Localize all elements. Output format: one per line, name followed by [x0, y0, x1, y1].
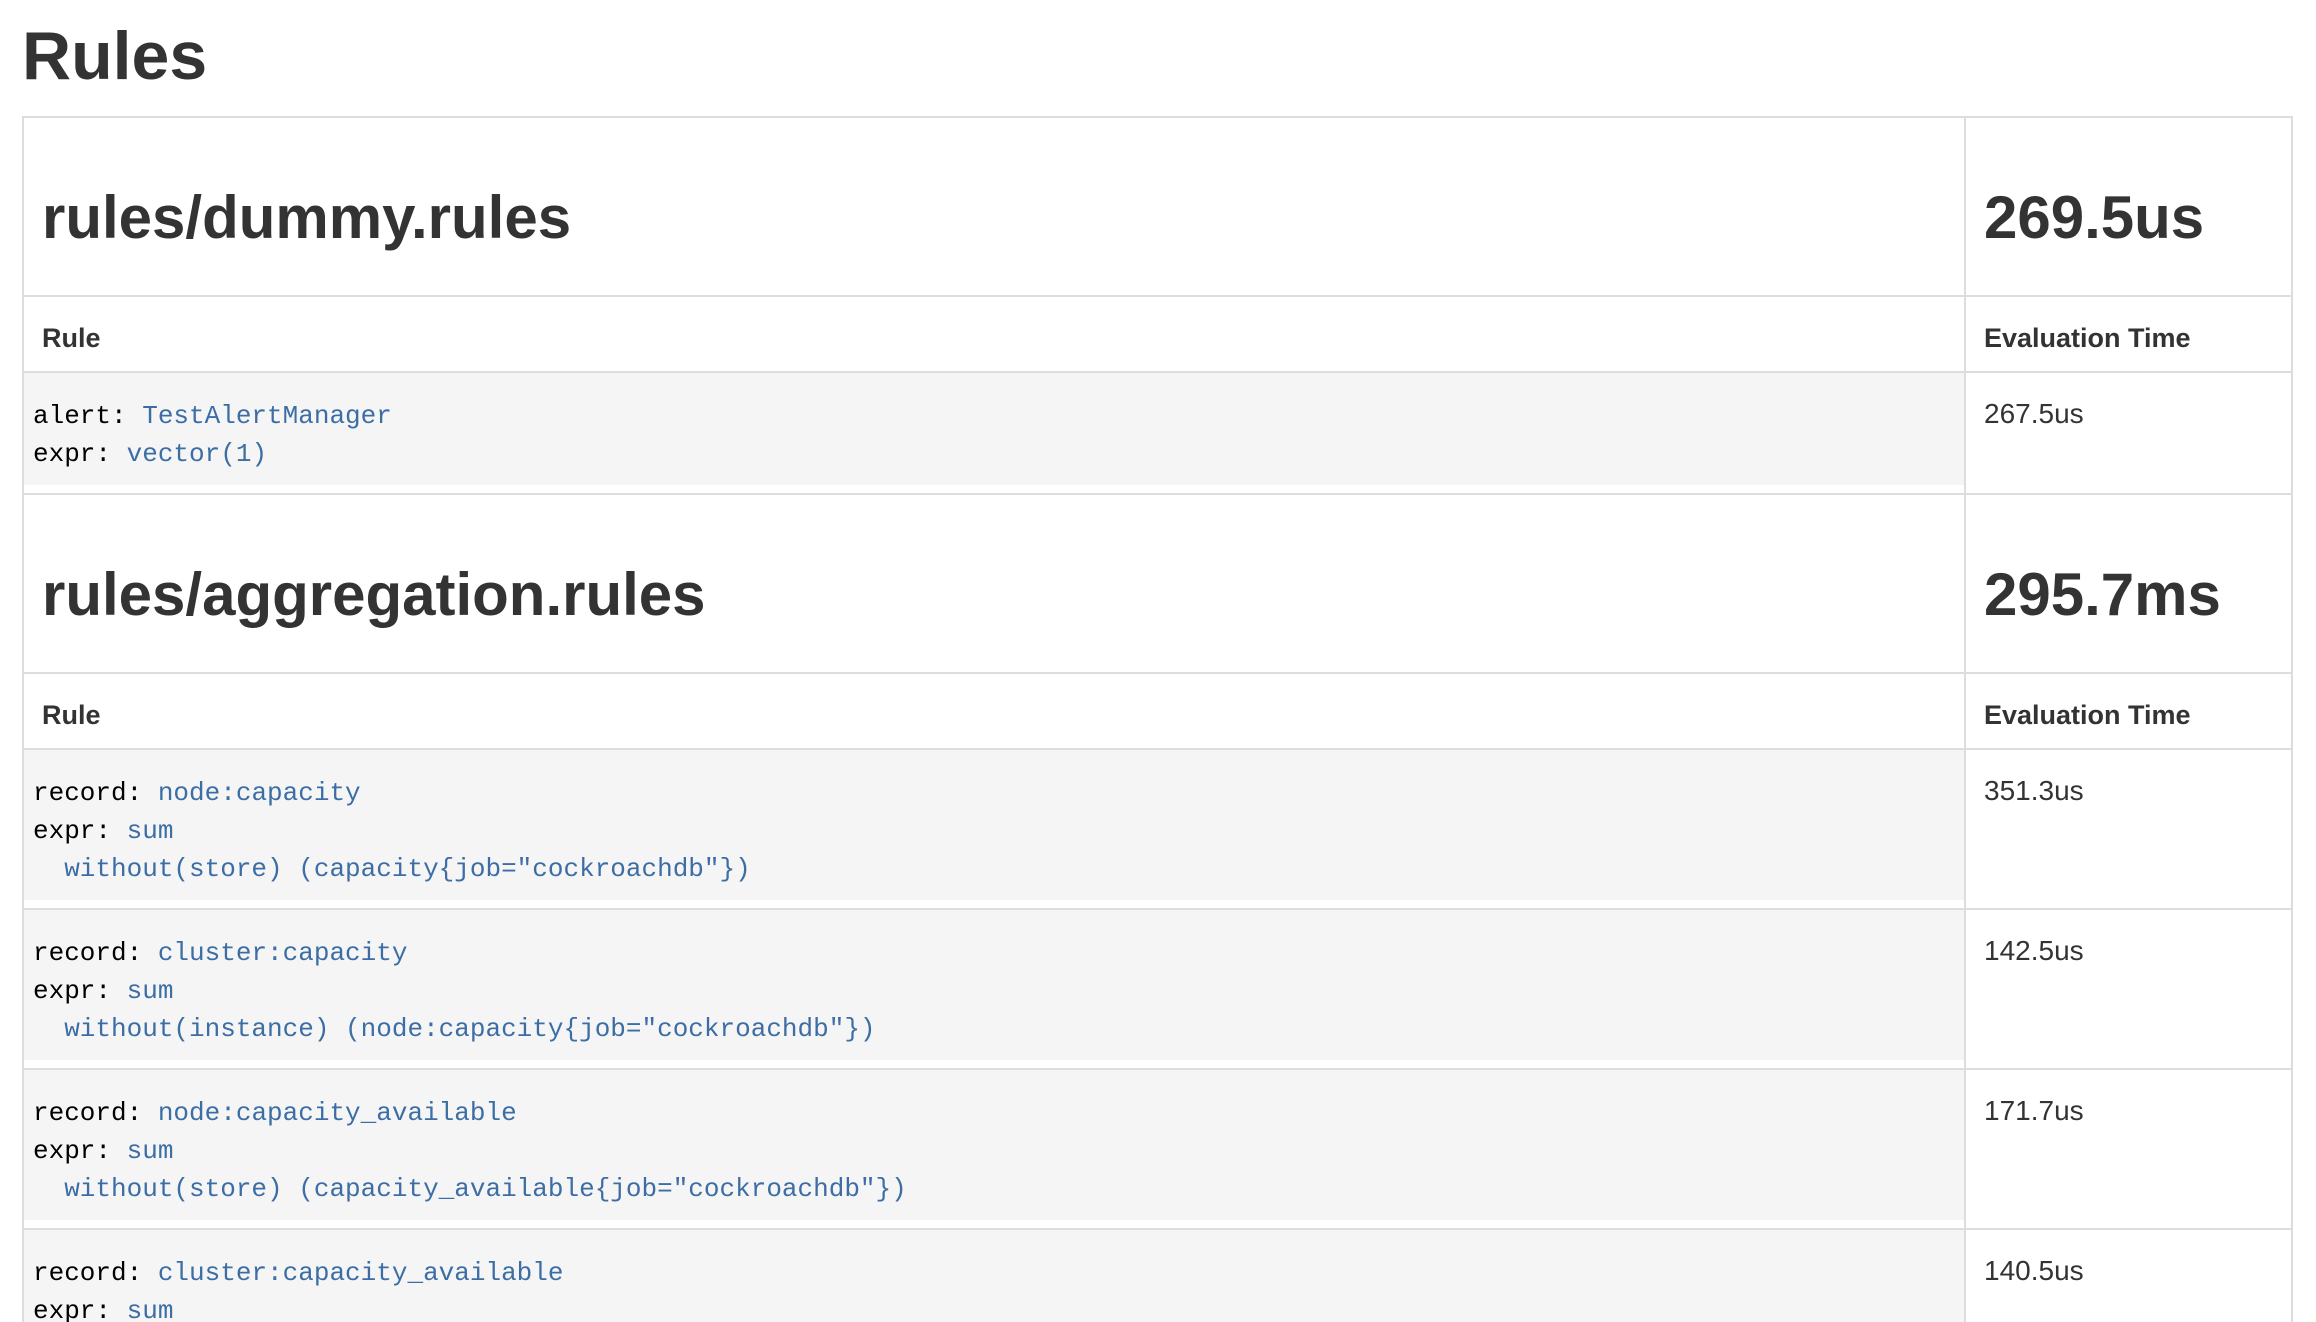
rule-expression-link[interactable]: sum: [127, 976, 174, 1006]
column-header-eval-time: Evaluation Time: [1965, 673, 2292, 749]
rule-expression-link[interactable]: sum: [127, 1296, 174, 1322]
rule-group-total-time-cell: 295.7ms: [1965, 494, 2292, 673]
rule-eval-time-cell: 171.7us: [1965, 1069, 2292, 1229]
rule-keyword: expr:: [33, 976, 127, 1006]
column-header-row: RuleEvaluation Time: [23, 673, 2292, 749]
rule-keyword: alert:: [33, 401, 142, 431]
column-header-rule: Rule: [23, 296, 1965, 372]
rule-group-file-name: rules/aggregation.rules: [42, 561, 706, 628]
rule-keyword: record:: [33, 1258, 158, 1288]
rule-row: alert: TestAlertManager expr: vector(1) 2…: [23, 372, 2292, 494]
rule-row: record: node:capacity expr: sum without(…: [23, 749, 2292, 909]
rule-group-total-eval-time: 269.5us: [1984, 184, 2204, 251]
column-header-eval-time: Evaluation Time: [1965, 296, 2292, 372]
rules-table-body: rules/dummy.rules269.5usRuleEvaluation T…: [23, 117, 2292, 1322]
rule-expression-link[interactable]: without(store) (capacity_available{job="…: [33, 1174, 907, 1204]
rule-cell: record: node:capacity expr: sum without(…: [23, 749, 1965, 909]
rule-keyword: expr:: [33, 1296, 127, 1322]
column-header-rule: Rule: [23, 673, 1965, 749]
rule-eval-time-value: 140.5us: [1984, 1255, 2084, 1286]
rule-cell: record: node:capacity_available expr: su…: [23, 1069, 1965, 1229]
rule-keyword: expr:: [33, 439, 127, 469]
rule-eval-time-cell: 351.3us: [1965, 749, 2292, 909]
column-header-row: RuleEvaluation Time: [23, 296, 2292, 372]
rule-eval-time-cell: 267.5us: [1965, 372, 2292, 494]
rule-keyword: expr:: [33, 1136, 127, 1166]
rule-expression-link[interactable]: without(store) (capacity{job="cockroachd…: [33, 854, 751, 884]
rule-eval-time-cell: 142.5us: [1965, 909, 2292, 1069]
rule-expression-link[interactable]: sum: [127, 816, 174, 846]
rule-code: record: node:capacity_available expr: su…: [24, 1070, 1964, 1220]
rule-cell: record: cluster:capacity_available expr:…: [23, 1229, 1965, 1322]
rule-eval-time-value: 267.5us: [1984, 398, 2084, 429]
rule-code: record: node:capacity expr: sum without(…: [24, 750, 1964, 900]
rule-eval-time-value: 142.5us: [1984, 935, 2084, 966]
rule-row: record: node:capacity_available expr: su…: [23, 1069, 2292, 1229]
rule-expression-link[interactable]: sum: [127, 1136, 174, 1166]
rule-cell: alert: TestAlertManager expr: vector(1): [23, 372, 1965, 494]
rule-keyword: record:: [33, 938, 158, 968]
rule-expression-link[interactable]: node:capacity_available: [158, 1098, 517, 1128]
rule-cell: record: cluster:capacity expr: sum witho…: [23, 909, 1965, 1069]
rule-keyword: record:: [33, 778, 158, 808]
rule-expression-link[interactable]: vector(1): [127, 439, 267, 469]
rule-code: alert: TestAlertManager expr: vector(1): [24, 373, 1964, 485]
rule-group-header-row: rules/dummy.rules 269.5us: [23, 117, 2292, 296]
rule-group-file-name: rules/dummy.rules: [42, 184, 571, 251]
rule-expression-link[interactable]: cluster:capacity_available: [158, 1258, 564, 1288]
rule-row: record: cluster:capacity expr: sum witho…: [23, 909, 2292, 1069]
rule-eval-time-value: 171.7us: [1984, 1095, 2084, 1126]
rule-keyword: record:: [33, 1098, 158, 1128]
rule-expression-link[interactable]: without(instance) (node:capacity{job="co…: [33, 1014, 876, 1044]
rule-eval-time-value: 351.3us: [1984, 775, 2084, 806]
rule-eval-time-cell: 140.5us: [1965, 1229, 2292, 1322]
rule-group-header-row: rules/aggregation.rules 295.7ms: [23, 494, 2292, 673]
rule-expression-link[interactable]: node:capacity: [158, 778, 361, 808]
rule-group-total-eval-time: 295.7ms: [1984, 561, 2221, 628]
page-container: Rules rules/dummy.rules269.5usRuleEvalua…: [0, 22, 2316, 1322]
rule-code: record: cluster:capacity_available expr:…: [24, 1230, 1964, 1322]
rule-expression-link[interactable]: TestAlertManager: [142, 401, 392, 431]
rules-table: rules/dummy.rules269.5usRuleEvaluation T…: [22, 116, 2293, 1322]
rule-keyword: expr:: [33, 816, 127, 846]
rule-group-file-cell: rules/aggregation.rules: [23, 494, 1965, 673]
rule-group-file-cell: rules/dummy.rules: [23, 117, 1965, 296]
rule-code: record: cluster:capacity expr: sum witho…: [24, 910, 1964, 1060]
rule-row: record: cluster:capacity_available expr:…: [23, 1229, 2292, 1322]
rule-expression-link[interactable]: cluster:capacity: [158, 938, 408, 968]
rule-group-total-time-cell: 269.5us: [1965, 117, 2292, 296]
page-title: Rules: [22, 22, 2291, 90]
